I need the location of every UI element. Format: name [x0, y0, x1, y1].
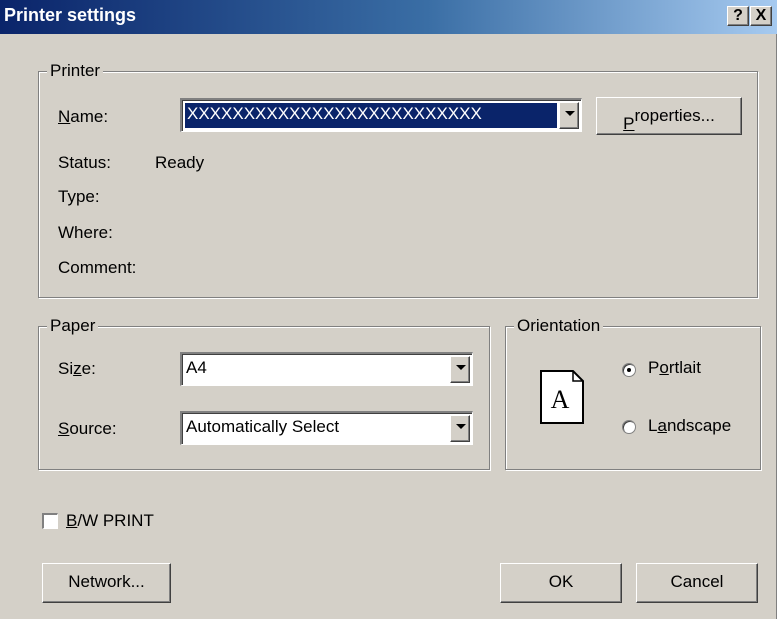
- cancel-button-label: Cancel: [670, 572, 724, 591]
- paper-group-legend: Paper: [47, 316, 99, 336]
- landscape-radio[interactable]: [622, 420, 636, 434]
- network-button-label: Network...: [68, 572, 145, 591]
- ok-button-label: OK: [548, 572, 574, 591]
- status-label: Status:: [58, 153, 111, 172]
- paper-source-select[interactable]: Automatically Select: [180, 411, 473, 445]
- comment-label: Comment:: [58, 258, 137, 277]
- source-label: Source:: [58, 419, 117, 438]
- paper-source-value: Automatically Select: [186, 417, 340, 436]
- network-button[interactable]: Network...: [42, 563, 171, 603]
- paper-group: Paper: [38, 316, 490, 470]
- printer-settings-dialog: Printer settings ? X Printer Name: XXXXX…: [0, 0, 777, 619]
- orientation-group-legend: Orientation: [514, 316, 604, 336]
- bw-print-checkbox[interactable]: [42, 513, 58, 529]
- ok-button[interactable]: OK: [500, 563, 622, 603]
- paper-size-value: A4: [186, 358, 207, 377]
- where-label: Where:: [58, 223, 113, 242]
- name-label: Name:: [58, 107, 109, 126]
- status-value: Ready: [155, 153, 205, 172]
- cancel-button[interactable]: Cancel: [636, 563, 758, 603]
- help-button[interactable]: ?: [727, 6, 749, 26]
- page-glyph: A: [551, 385, 570, 414]
- properties-button[interactable]: Properties...: [596, 97, 742, 135]
- printer-name-select[interactable]: XXXXXXXXXXXXXXXXXXXXXXXXXX: [180, 98, 582, 132]
- portrait-label[interactable]: Portlait: [648, 357, 701, 379]
- printer-group-legend: Printer: [47, 61, 104, 81]
- title-bar[interactable]: Printer settings ? X: [0, 0, 777, 34]
- paper-source-dropdown-arrow-icon[interactable]: [450, 415, 470, 442]
- printer-name-dropdown-arrow-icon[interactable]: [559, 102, 579, 129]
- size-label: Size:: [58, 359, 96, 378]
- window-title: Printer settings: [4, 5, 137, 25]
- portrait-page-icon: A: [540, 370, 584, 424]
- portrait-radio[interactable]: [622, 363, 636, 377]
- landscape-label[interactable]: Landscape: [648, 415, 731, 437]
- close-button[interactable]: X: [750, 6, 772, 26]
- type-label: Type:: [58, 187, 100, 206]
- paper-size-select[interactable]: A4: [180, 352, 473, 386]
- printer-name-value: XXXXXXXXXXXXXXXXXXXXXXXXXX: [185, 103, 557, 128]
- bw-print-label[interactable]: B/W PRINT: [66, 510, 154, 532]
- paper-size-dropdown-arrow-icon[interactable]: [450, 356, 470, 383]
